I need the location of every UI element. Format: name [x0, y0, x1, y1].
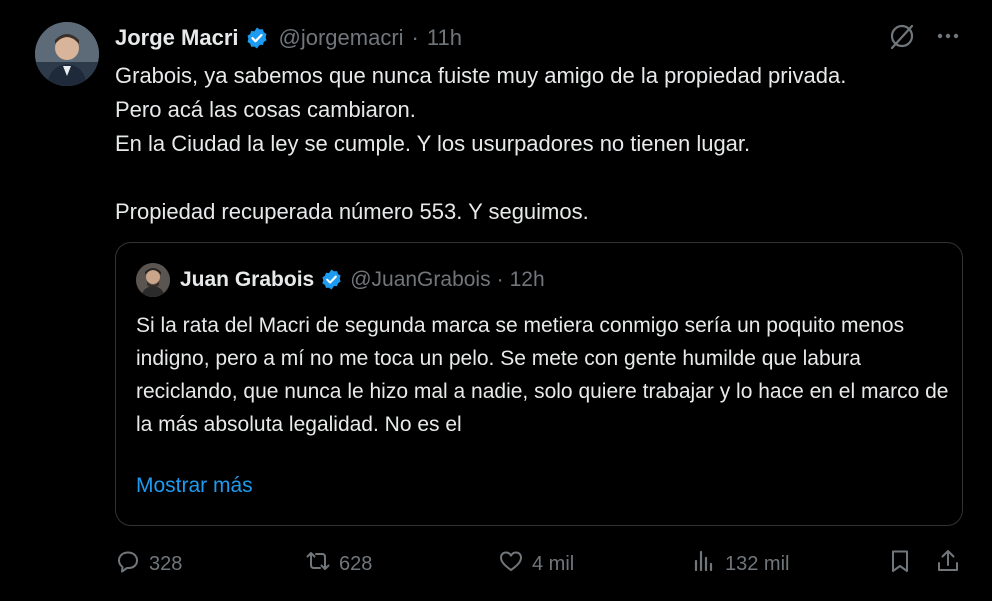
like-icon: [498, 548, 524, 580]
quoted-author-name[interactable]: Juan Grabois: [180, 268, 314, 292]
bookmark-button[interactable]: [887, 546, 913, 582]
views-count: 132 mil: [725, 552, 790, 575]
tweet-text: Grabois, ya sabemos que nunca fuiste muy…: [115, 63, 847, 224]
views-icon: [691, 548, 717, 580]
quoted-tweet-header: Juan Grabois @JuanGrabois · 12h: [136, 263, 545, 297]
quoted-author-handle[interactable]: @JuanGrabois: [350, 268, 490, 292]
tweet-top-actions: [888, 22, 962, 55]
reply-count: 328: [149, 552, 183, 575]
tweet-header: Jorge Macri @jorgemacri · 11h: [115, 22, 462, 54]
repost-icon: [305, 548, 331, 580]
tweet-time[interactable]: 11h: [427, 25, 462, 51]
views-button[interactable]: 132 mil: [691, 546, 789, 582]
show-more-link[interactable]: Mostrar más: [136, 474, 253, 498]
like-button[interactable]: 4 mil: [498, 546, 574, 582]
like-count: 4 mil: [532, 552, 575, 575]
verified-icon: [245, 26, 269, 50]
verified-icon: [320, 268, 344, 292]
reply-icon: [115, 548, 141, 580]
quoted-author-avatar[interactable]: [136, 263, 170, 297]
reply-button[interactable]: 328: [115, 546, 182, 582]
share-button[interactable]: [935, 546, 961, 582]
grok-icon[interactable]: [888, 22, 916, 55]
bookmark-icon: [887, 548, 913, 580]
quoted-tweet-time[interactable]: 12h: [510, 268, 545, 292]
author-avatar[interactable]: [35, 22, 99, 86]
tweet-actions-bar: 328 628 4 mil 132 mil: [115, 546, 965, 582]
repost-count: 628: [339, 552, 373, 575]
separator-dot: ·: [496, 268, 504, 291]
author-handle[interactable]: @jorgemacri: [279, 25, 404, 51]
quoted-tweet[interactable]: Juan Grabois @JuanGrabois · 12h Si la ra…: [115, 242, 963, 526]
separator-dot: ·: [411, 25, 419, 50]
more-icon[interactable]: [934, 22, 962, 55]
share-icon: [935, 548, 961, 580]
quoted-tweet-text: Si la rata del Macri de segunda marca se…: [136, 314, 949, 436]
repost-button[interactable]: 628: [305, 546, 372, 582]
author-name[interactable]: Jorge Macri: [115, 25, 239, 51]
